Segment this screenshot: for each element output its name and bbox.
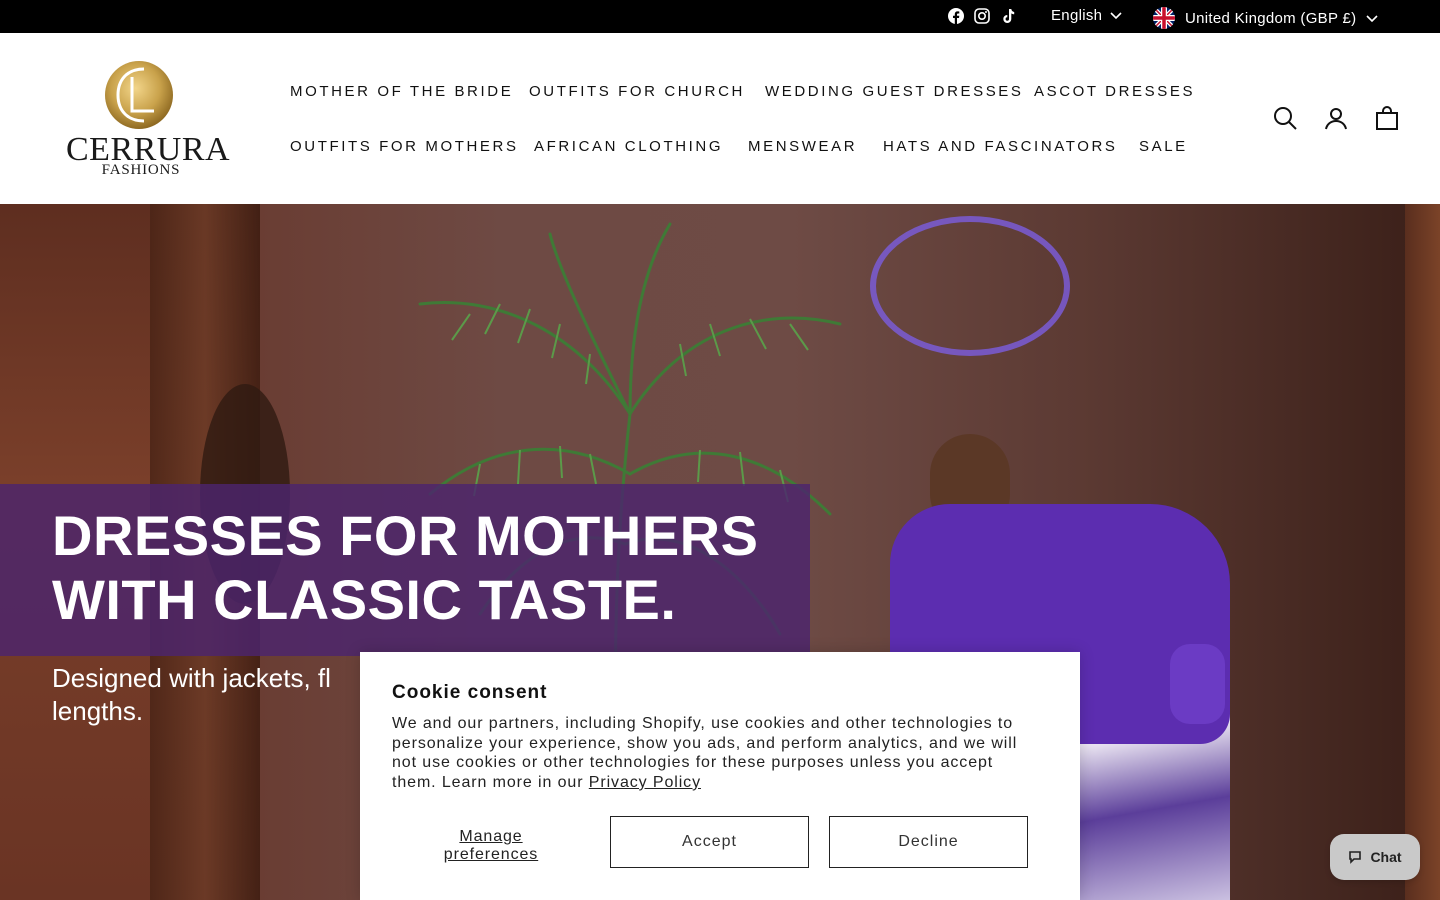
cart-icon[interactable] bbox=[1374, 105, 1400, 131]
nav-ascot-dresses[interactable]: ASCOT DRESSES bbox=[1034, 83, 1195, 100]
cookie-body: We and our partners, including Shopify, … bbox=[392, 714, 1042, 792]
logo-emblem bbox=[105, 61, 173, 129]
hero-title-line: WITH CLASSIC TASTE. bbox=[52, 568, 677, 631]
tiktok-icon[interactable] bbox=[1000, 8, 1016, 24]
hero-title-line: DRESSES FOR MOTHERS bbox=[52, 504, 759, 567]
nav-african-clothing[interactable]: AFRICAN CLOTHING bbox=[534, 138, 723, 155]
brand-logo[interactable]: CERRURA FASHIONS bbox=[66, 55, 230, 185]
hero-title: DRESSES FOR MOTHERS WITH CLASSIC TASTE. bbox=[52, 504, 772, 632]
top-bar: English United Kingdom (GBP £) bbox=[0, 0, 1440, 33]
hero-background-edge bbox=[1405, 204, 1440, 900]
manage-label-line1: Manage bbox=[459, 828, 523, 845]
chat-button[interactable]: Chat bbox=[1330, 834, 1420, 880]
social-links bbox=[948, 8, 1016, 24]
facebook-icon[interactable] bbox=[948, 8, 964, 24]
language-label: English bbox=[1051, 7, 1103, 24]
chat-bubble-icon bbox=[1349, 851, 1362, 864]
logo-subtitle: FASHIONS bbox=[101, 162, 181, 178]
uk-flag-icon bbox=[1153, 7, 1175, 29]
chat-label: Chat bbox=[1370, 849, 1402, 865]
manage-preferences-button[interactable]: Manage preferences bbox=[392, 816, 590, 868]
language-selector[interactable]: English bbox=[1051, 7, 1122, 24]
cookie-body-text: We and our partners, including Shopify, … bbox=[392, 715, 1018, 791]
manage-label-line2: preferences bbox=[443, 846, 539, 863]
cookie-title: Cookie consent bbox=[392, 682, 548, 703]
account-icon[interactable] bbox=[1323, 105, 1349, 131]
country-label: United Kingdom (GBP £) bbox=[1185, 9, 1357, 27]
fascinator-hat-image bbox=[870, 216, 1070, 356]
decline-button[interactable]: Decline bbox=[829, 816, 1028, 868]
nav-outfits-for-church[interactable]: OUTFITS FOR CHURCH bbox=[529, 83, 745, 100]
accept-button[interactable]: Accept bbox=[610, 816, 809, 868]
nav-hats-and-fascinators[interactable]: HATS AND FASCINATORS bbox=[883, 138, 1118, 155]
clutch-bag-image bbox=[1170, 644, 1225, 724]
search-icon[interactable] bbox=[1272, 105, 1298, 131]
chevron-down-icon bbox=[1110, 7, 1122, 24]
nav-outfits-for-mothers[interactable]: OUTFITS FOR MOTHERS bbox=[290, 138, 519, 155]
instagram-icon[interactable] bbox=[974, 8, 990, 24]
country-selector[interactable]: United Kingdom (GBP £) bbox=[1153, 7, 1378, 29]
nav-wedding-guest-dresses[interactable]: WEDDING GUEST DRESSES bbox=[765, 83, 1024, 100]
nav-menswear[interactable]: MENSWEAR bbox=[748, 138, 857, 155]
cookie-actions: Manage preferences Accept Decline bbox=[392, 816, 1048, 868]
privacy-policy-link[interactable]: Privacy Policy bbox=[589, 774, 701, 791]
cookie-consent-dialog: Cookie consent We and our partners, incl… bbox=[360, 652, 1080, 900]
chevron-down-icon bbox=[1366, 10, 1378, 27]
nav-sale[interactable]: SALE bbox=[1139, 138, 1188, 155]
site-header: CERRURA FASHIONS MOTHER OF THE BRIDE OUT… bbox=[0, 33, 1440, 204]
nav-mother-of-the-bride[interactable]: MOTHER OF THE BRIDE bbox=[290, 83, 513, 100]
